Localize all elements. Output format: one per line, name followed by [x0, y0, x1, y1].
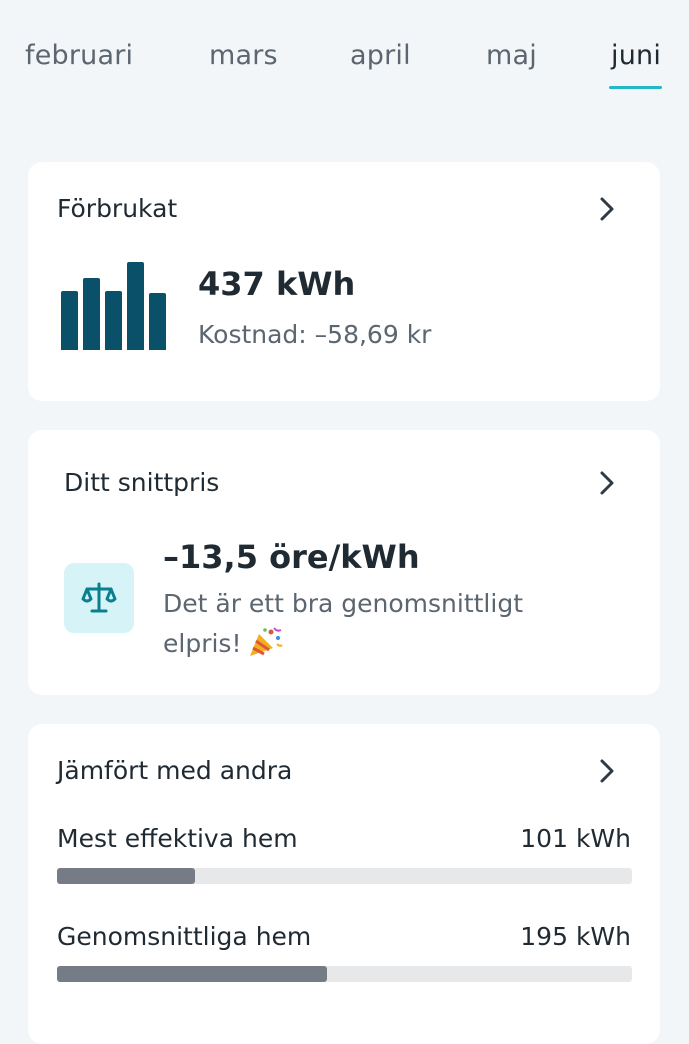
average-price-value: –13,5 öre/kWh — [163, 538, 420, 576]
comparison-row-label: Genomsnittliga hem — [57, 922, 312, 951]
party-popper-icon — [250, 627, 284, 656]
tab-april[interactable]: april — [350, 40, 411, 71]
chevron-right-icon[interactable] — [593, 757, 621, 785]
comparison-progress-fill — [57, 966, 328, 982]
tab-februari[interactable]: februari — [25, 40, 133, 71]
consumption-value: 437 kWh — [198, 265, 356, 303]
bar-chart-icon-bar — [61, 291, 78, 350]
comparison-row-value: 195 kWh — [520, 922, 631, 951]
month-tabs: februari mars april maj juni — [0, 0, 689, 110]
tab-maj[interactable]: maj — [486, 40, 537, 71]
bar-chart-icon-bar — [127, 262, 144, 350]
consumption-card-title: Förbrukat — [57, 194, 178, 223]
scale-icon — [64, 563, 134, 633]
comparison-progress-track — [57, 868, 632, 884]
average-price-card[interactable]: Ditt snittpris –13,5 öre/kWh Det är ett … — [28, 430, 660, 695]
bar-chart-icon-bar — [105, 291, 122, 350]
chevron-right-icon[interactable] — [593, 195, 621, 223]
average-price-card-title: Ditt snittpris — [64, 468, 220, 497]
comparison-row-value: 101 kWh — [520, 824, 631, 853]
bar-chart-icon — [61, 260, 167, 350]
tab-juni[interactable]: juni — [611, 40, 661, 71]
tab-mars[interactable]: mars — [209, 40, 278, 71]
active-tab-indicator — [609, 86, 662, 89]
comparison-card-title: Jämfört med andra — [57, 756, 293, 785]
comparison-progress-track — [57, 966, 632, 982]
bar-chart-icon-bar — [149, 293, 166, 350]
average-price-note: Det är ett bra genomsnittligt elpris! — [163, 584, 603, 664]
comparison-row-label: Mest effektiva hem — [57, 824, 298, 853]
average-price-note-text: Det är ett bra genomsnittligt elpris! — [163, 589, 523, 658]
comparison-progress-fill — [57, 868, 195, 884]
consumption-cost: Kostnad: –58,69 kr — [198, 320, 432, 349]
chevron-right-icon[interactable] — [593, 469, 621, 497]
consumption-card[interactable]: Förbrukat 437 kWh Kostnad: –58,69 kr — [28, 162, 660, 401]
comparison-card[interactable]: Jämfört med andra Mest effektiva hem 101… — [28, 724, 660, 1044]
bar-chart-icon-bar — [83, 278, 100, 350]
